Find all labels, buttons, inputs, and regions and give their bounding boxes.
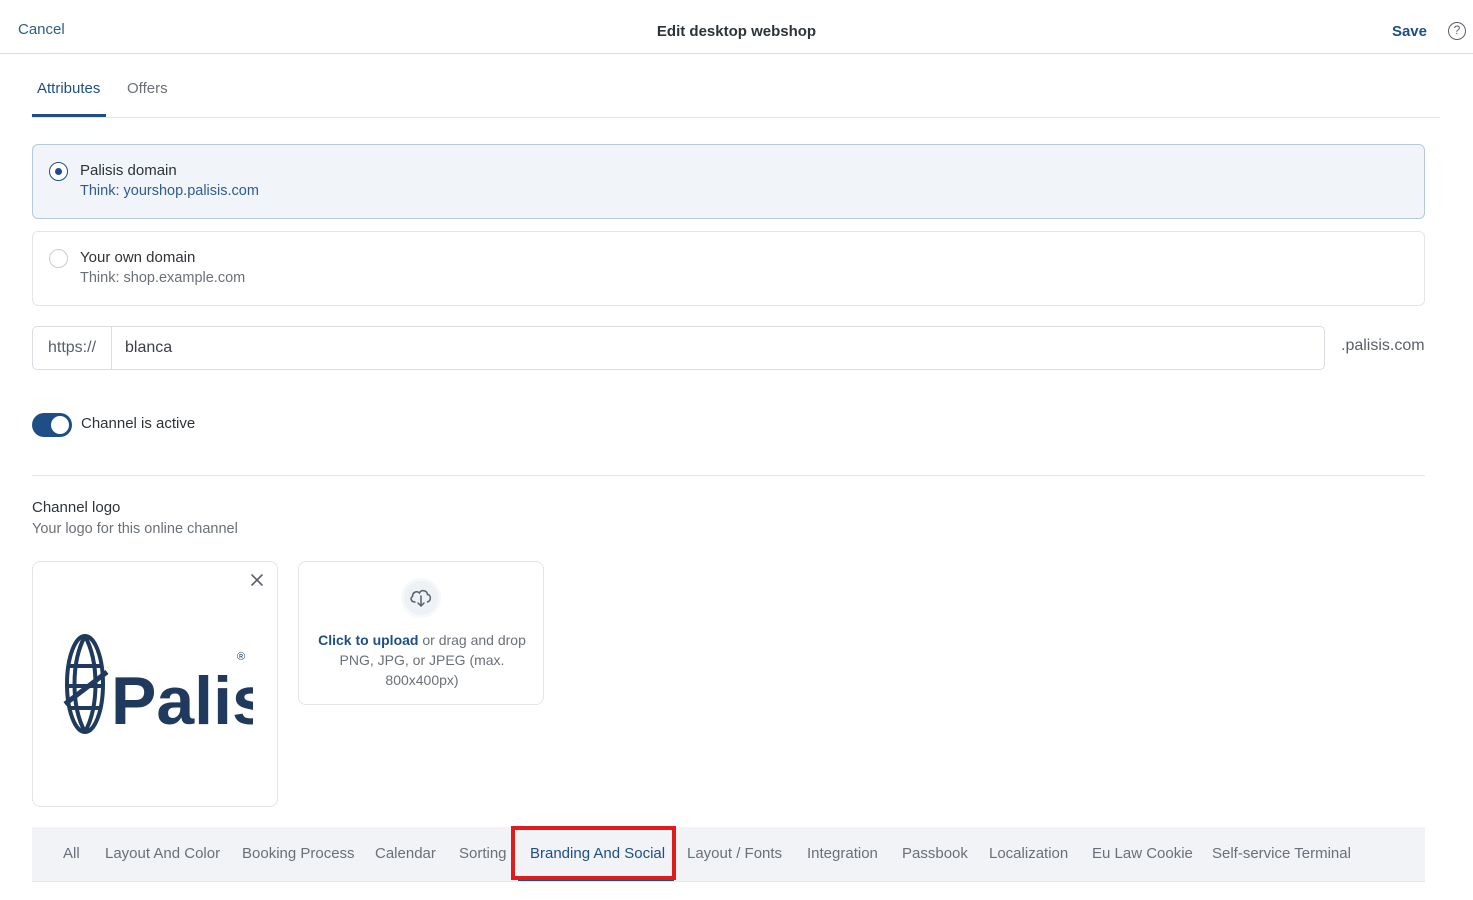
- category-eu-law-cookie[interactable]: Eu Law Cookie: [1092, 845, 1193, 862]
- upload-dropzone[interactable]: Click to upload or drag and drop PNG, JP…: [298, 561, 544, 705]
- settings-category-bar: All Layout And Color Booking Process Cal…: [32, 827, 1425, 882]
- url-prefix: https://: [33, 327, 112, 369]
- category-integration[interactable]: Integration: [807, 845, 878, 862]
- domain-option-subtitle: Think: shop.example.com: [80, 270, 246, 286]
- toggle-knob: [51, 416, 69, 434]
- channel-logo-subtitle: Your logo for this online channel: [32, 521, 238, 537]
- category-self-service-terminal[interactable]: Self-service Terminal: [1212, 845, 1351, 862]
- help-icon[interactable]: ?: [1448, 22, 1466, 40]
- cloud-upload-icon: [410, 590, 432, 607]
- active-tab-indicator: [32, 114, 106, 117]
- highlight-annotation: [511, 826, 676, 880]
- channel-logo-title: Channel logo: [32, 499, 121, 516]
- upload-icon-circle: [401, 578, 441, 618]
- subdomain-input[interactable]: [113, 327, 1324, 369]
- category-sorting[interactable]: Sorting: [459, 845, 507, 862]
- subdomain-input-group: https://: [32, 326, 1325, 370]
- tab-bar: Attributes Offers: [32, 64, 1440, 118]
- tab-offers[interactable]: Offers: [127, 80, 168, 97]
- logo-registered-mark: ®: [237, 651, 245, 663]
- domain-option-subtitle: Think: yourshop.palisis.com: [80, 183, 259, 199]
- tab-attributes[interactable]: Attributes: [37, 80, 100, 97]
- domain-option-title: Your own domain: [80, 249, 196, 266]
- click-to-upload-link[interactable]: Click to upload: [318, 632, 418, 648]
- close-icon[interactable]: [249, 572, 265, 588]
- globe-logo-icon: [63, 634, 109, 734]
- logo-text: Palisis: [111, 663, 253, 739]
- category-booking-process[interactable]: Booking Process: [242, 845, 355, 862]
- save-button[interactable]: Save: [1392, 23, 1427, 40]
- category-layout-and-color[interactable]: Layout And Color: [105, 845, 220, 862]
- palisis-logo: Palisis ®: [63, 634, 253, 739]
- domain-option-own[interactable]: Your own domain Think: shop.example.com: [32, 231, 1425, 306]
- domain-option-title: Palisis domain: [80, 162, 177, 179]
- radio-button-palisis[interactable]: [49, 162, 68, 181]
- domain-option-palisis[interactable]: Palisis domain Think: yourshop.palisis.c…: [32, 144, 1425, 219]
- category-all[interactable]: All: [63, 845, 80, 862]
- category-passbook[interactable]: Passbook: [902, 845, 968, 862]
- category-localization[interactable]: Localization: [989, 845, 1068, 862]
- channel-active-toggle[interactable]: [32, 413, 72, 437]
- page-title: Edit desktop webshop: [656, 23, 817, 40]
- category-layout-fonts[interactable]: Layout / Fonts: [687, 845, 782, 862]
- top-bar: Cancel Edit desktop webshop Save ?: [0, 0, 1473, 54]
- category-calendar[interactable]: Calendar: [375, 845, 436, 862]
- channel-active-label: Channel is active: [81, 415, 196, 432]
- radio-button-own[interactable]: [49, 249, 68, 268]
- upload-instructions: Click to upload or drag and drop PNG, JP…: [315, 630, 529, 690]
- url-suffix: .palisis.com: [1341, 337, 1425, 354]
- logo-preview-card: Palisis ®: [32, 561, 278, 807]
- divider: [32, 475, 1425, 476]
